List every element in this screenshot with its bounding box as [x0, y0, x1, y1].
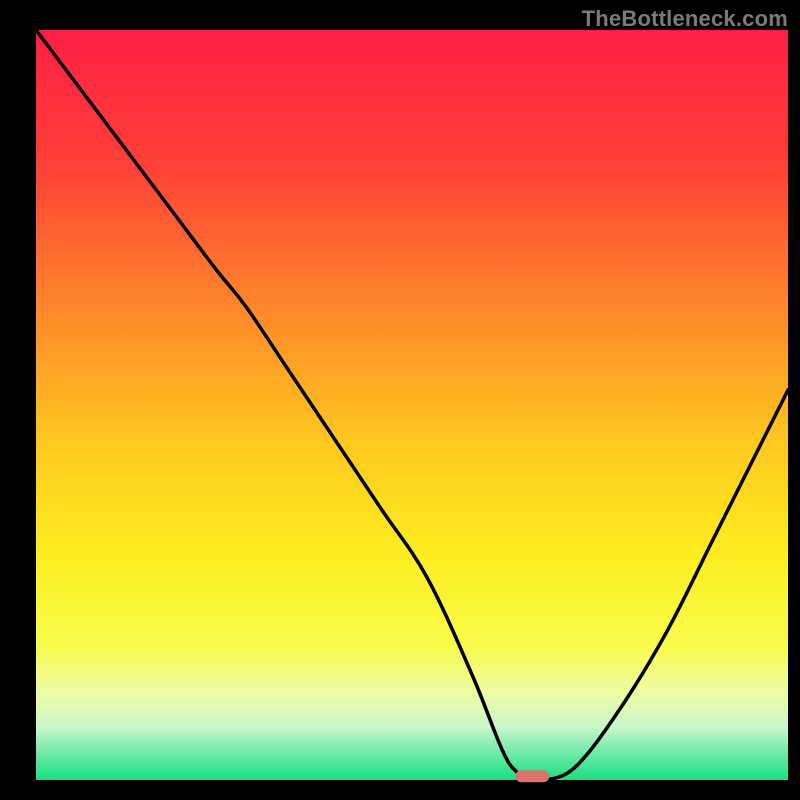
plot-background — [36, 30, 788, 780]
chart-container: TheBottleneck.com — [0, 0, 800, 800]
optimal-marker — [515, 770, 549, 782]
watermark-text: TheBottleneck.com — [582, 6, 788, 32]
chart-svg — [0, 0, 800, 800]
